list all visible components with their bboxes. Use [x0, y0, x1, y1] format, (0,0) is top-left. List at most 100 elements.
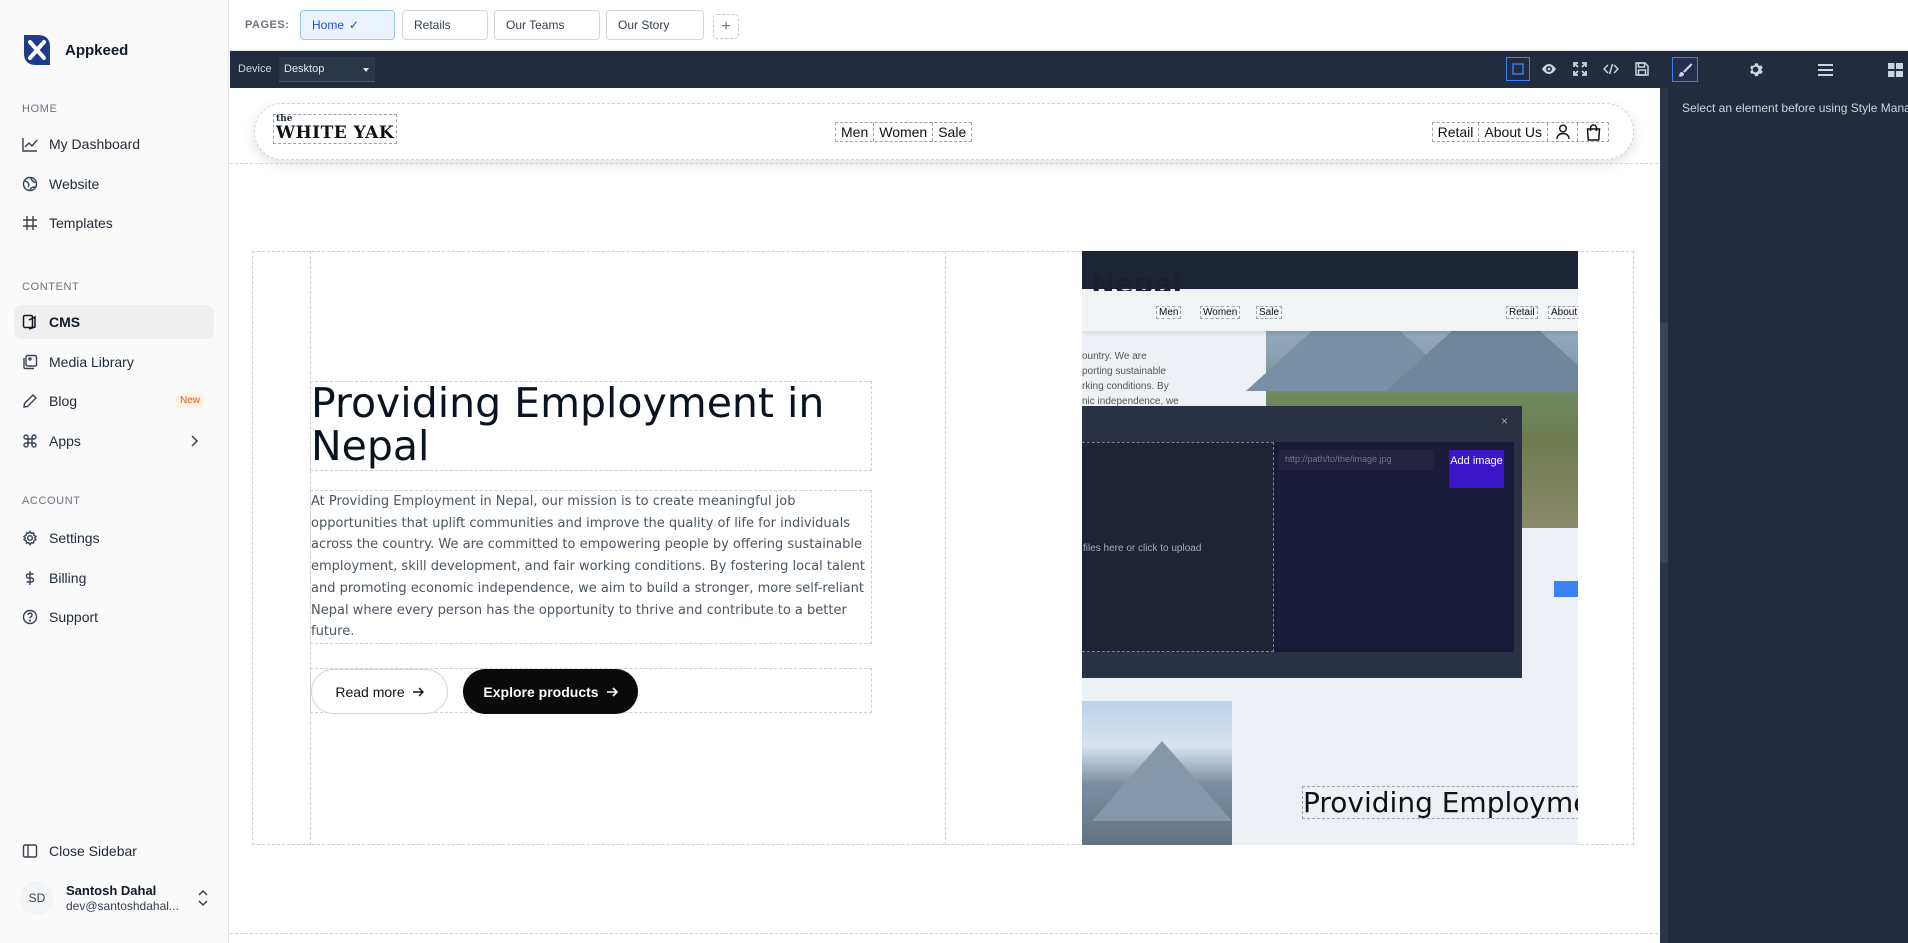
site-menu-item-women[interactable]: Women [874, 123, 934, 141]
preview-text-line: ountry. We are [1082, 351, 1147, 362]
sidebar-item-media-library[interactable]: Media Library [14, 345, 214, 379]
preview-url-form: http://path/to/the/image.jpg Add image [1274, 442, 1514, 652]
pages-label: PAGES: [245, 19, 290, 31]
read-more-button[interactable]: Read more [311, 669, 448, 714]
explore-products-button[interactable]: Explore products [463, 669, 638, 714]
hero-title[interactable]: Providing Employment in Nepal [310, 381, 872, 471]
site-right-links: Retail About Us [1431, 122, 1609, 142]
save-icon [1635, 62, 1649, 76]
pages-bar: PAGES: Home ✓ Retails Our Teams Our Stor… [230, 0, 1908, 51]
brand[interactable]: Appkeed [21, 33, 128, 67]
sidebar-item-label: Media Library [49, 354, 134, 370]
left-sidebar: Appkeed HOME My Dashboard Website Templa… [0, 0, 229, 943]
cms-icon [22, 314, 36, 330]
site-header[interactable]: the WHITE YAK Men Women Sale Retail Abou… [254, 103, 1634, 160]
code-icon [1603, 63, 1619, 75]
globe-icon [22, 176, 38, 192]
sidebar-item-support[interactable]: Support [14, 600, 214, 634]
menu-lines-icon [1817, 63, 1833, 76]
site-menu-item-sale[interactable]: Sale [933, 123, 971, 141]
page-tab-label: Retails [414, 18, 451, 32]
preview-nav-about: About [1548, 306, 1578, 319]
page-tab-label: Our Teams [506, 18, 565, 32]
page-tab-retails[interactable]: Retails [402, 10, 488, 40]
preview-url-field: http://path/to/the/image.jpg [1279, 450, 1434, 470]
sidebar-item-website[interactable]: Website [14, 167, 214, 201]
hero-buttons: Read more Explore products [310, 668, 872, 714]
preview-text-line: rking conditions. By [1082, 381, 1169, 392]
canvas-scrollbar[interactable] [1660, 88, 1668, 943]
close-sidebar-button[interactable]: Close Sidebar [14, 834, 214, 868]
panel-tabs [1668, 51, 1908, 88]
preview-nav-retail: Retail [1506, 306, 1538, 319]
sidebar-item-settings[interactable]: Settings [14, 521, 214, 555]
preview-dropzone: files here or click to upload [1082, 442, 1274, 652]
sidebar-item-label: Apps [49, 433, 81, 449]
page-surface[interactable]: the WHITE YAK Men Women Sale Retail Abou… [230, 88, 1658, 943]
user-email: dev@santoshdahal... [66, 899, 179, 913]
preview-button[interactable] [1537, 57, 1561, 81]
arrow-right-icon [412, 687, 424, 696]
preview-mountain-photo-2 [1082, 701, 1232, 845]
user-icon [1555, 124, 1570, 140]
device-select[interactable]: Desktop [279, 57, 375, 82]
canvas-scrollbar-thumb[interactable] [1660, 323, 1668, 563]
layer-manager-tab[interactable] [1812, 57, 1838, 82]
close-icon: × [1500, 414, 1508, 428]
add-page-button[interactable]: + [713, 14, 739, 39]
page-tab-our-story[interactable]: Our Story [606, 10, 704, 40]
preview-title-2: Providing Employment in Nep [1302, 786, 1578, 819]
save-button[interactable] [1630, 57, 1654, 81]
hero-body[interactable]: At Providing Employment in Nepal, our mi… [310, 490, 872, 644]
trait-settings-tab[interactable] [1742, 57, 1768, 82]
preview-selection-badge [1554, 581, 1578, 597]
page-tab-our-teams[interactable]: Our Teams [494, 10, 600, 40]
editor-canvas[interactable]: the WHITE YAK Men Women Sale Retail Abou… [230, 88, 1668, 943]
code-view-button[interactable] [1599, 57, 1623, 81]
sidebar-item-blog[interactable]: Blog New [14, 384, 214, 418]
preview-drop-text: files here or click to upload [1083, 543, 1202, 554]
cart-button[interactable] [1578, 123, 1608, 141]
chevron-right-icon [191, 435, 199, 447]
page-tab-home[interactable]: Home ✓ [300, 10, 395, 40]
section-divider [230, 933, 1658, 934]
user-menu[interactable]: SD Santosh Dahal dev@santoshdahal... [20, 876, 210, 920]
sidebar-item-templates[interactable]: Templates [14, 206, 214, 240]
images-icon [23, 354, 38, 370]
explore-products-label: Explore products [483, 683, 599, 700]
site-link-about-us[interactable]: About Us [1479, 123, 1548, 141]
new-badge: New [175, 393, 204, 408]
fullscreen-button[interactable] [1568, 57, 1592, 81]
grid-blocks-icon [1887, 62, 1903, 77]
account-button[interactable] [1548, 123, 1578, 141]
preview-nav-men: Men [1156, 306, 1182, 319]
fullscreen-icon [1573, 62, 1587, 76]
sidebar-item-label: My Dashboard [49, 136, 141, 152]
sidebar-item-label: Blog [49, 393, 78, 409]
pen-icon [23, 394, 37, 408]
hero-image[interactable]: t Nepal Men Women Sale Retail About ount… [1082, 251, 1578, 845]
site-logo[interactable]: the WHITE YAK [273, 114, 398, 144]
sidebar-item-apps[interactable]: Apps [14, 424, 214, 458]
device-value: Desktop [284, 63, 325, 75]
blocks-tab[interactable] [1882, 57, 1908, 82]
brand-name: Appkeed [65, 41, 129, 59]
section-label-content: CONTENT [22, 281, 80, 293]
sidebar-item-billing[interactable]: Billing [14, 561, 214, 595]
show-borders-button[interactable] [1506, 57, 1530, 81]
site-menu-item-men[interactable]: Men [836, 123, 875, 141]
section-label-home: HOME [22, 103, 58, 115]
page-tab-label: Our Story [618, 18, 670, 32]
gear-icon [22, 530, 38, 546]
style-manager-tab[interactable] [1672, 57, 1698, 82]
site-link-retail[interactable]: Retail [1433, 123, 1480, 141]
page-tab-label: Home [312, 18, 345, 32]
sidebar-item-dashboard[interactable]: My Dashboard [14, 127, 214, 161]
preview-nav: Men Women Sale Retail About [1082, 291, 1578, 331]
read-more-label: Read more [335, 683, 405, 700]
preview-nav-women: Women [1200, 306, 1241, 319]
command-icon [23, 434, 37, 448]
preview-text-line: porting sustainable [1082, 366, 1166, 377]
arrow-right-icon [606, 686, 618, 697]
sidebar-item-cms[interactable]: CMS [14, 305, 214, 339]
